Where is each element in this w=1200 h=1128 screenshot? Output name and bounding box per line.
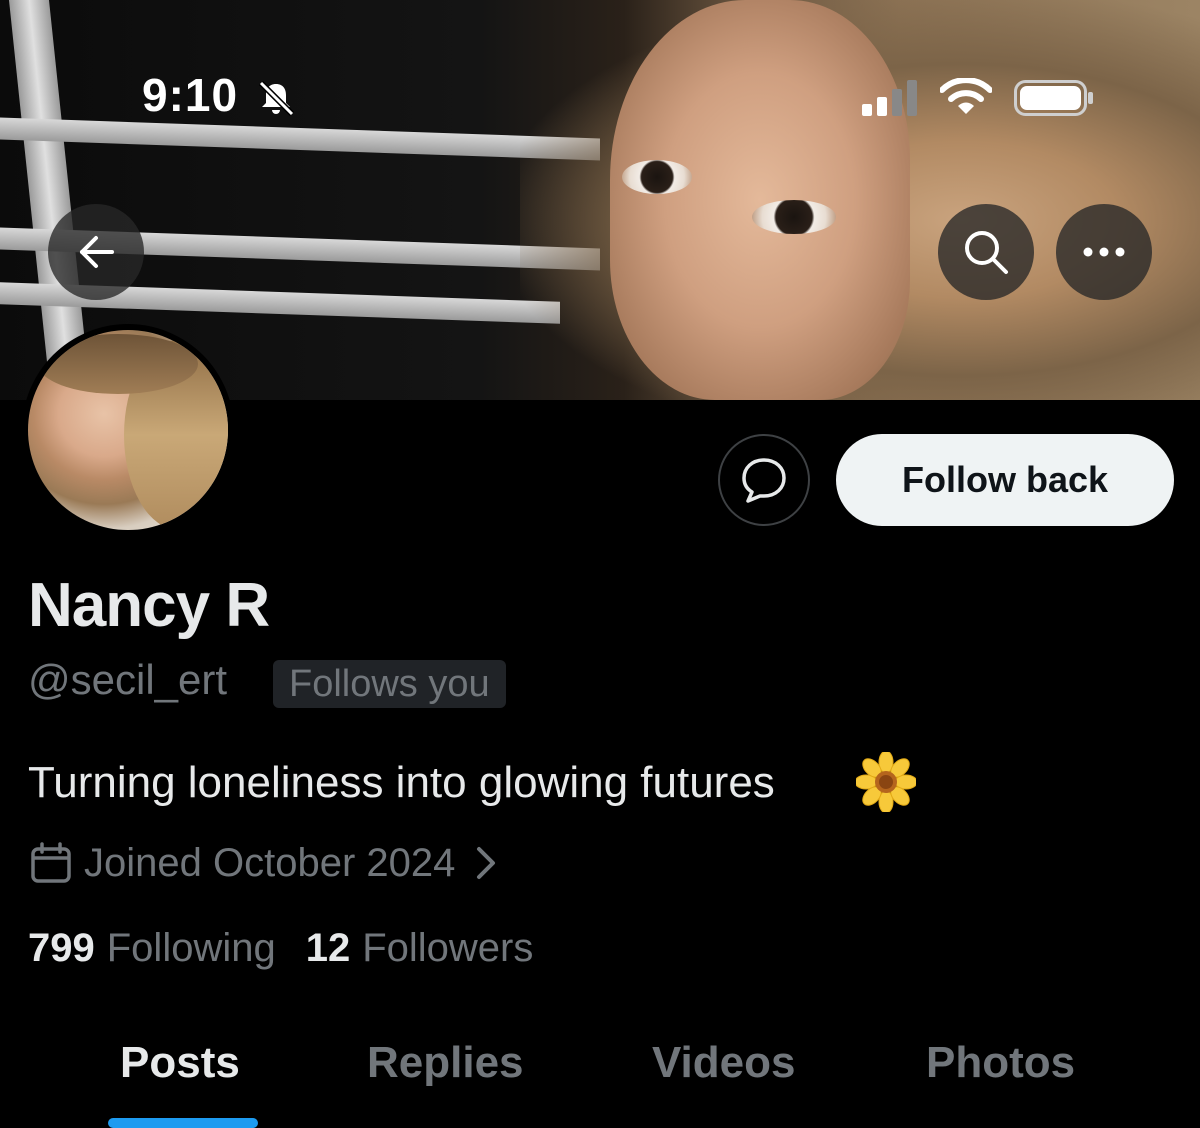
message-bubble-icon — [742, 458, 786, 503]
following-label: Following — [106, 926, 276, 970]
search-button[interactable] — [938, 204, 1034, 300]
followers-link[interactable]: 12 Followers — [306, 926, 534, 971]
chevron-right-icon — [477, 847, 496, 879]
search-icon — [965, 231, 1008, 274]
joined-date: Joined October 2024 — [84, 840, 456, 885]
followers-label: Followers — [362, 926, 534, 970]
arrow-left-icon — [80, 236, 114, 268]
following-link[interactable]: 799 Following — [28, 926, 276, 971]
banner-eye — [622, 160, 692, 194]
calendar-icon — [31, 842, 71, 883]
status-time: 9:10 — [142, 69, 239, 121]
back-button[interactable] — [48, 204, 144, 300]
tab-videos[interactable]: Videos — [652, 1038, 795, 1088]
battery-icon — [1014, 80, 1093, 116]
active-tab-indicator — [108, 1118, 258, 1128]
follow-stats: 799 Following 12 Followers — [28, 926, 563, 971]
banner-eye — [752, 200, 836, 234]
profile-name: Nancy R — [28, 571, 270, 640]
cellular-signal-icon — [862, 80, 917, 116]
follows-you-badge: Follows you — [273, 660, 506, 708]
avatar-hair-top — [38, 334, 198, 394]
message-button[interactable] — [718, 434, 810, 526]
avatar-image — [28, 330, 228, 530]
bell-slash-icon — [258, 80, 295, 117]
tab-posts[interactable]: Posts — [120, 1038, 240, 1088]
followers-count: 12 — [305, 926, 351, 970]
sunflower-emoji — [856, 752, 916, 812]
joined-date-row[interactable]: Joined October 2024 — [28, 838, 501, 888]
profile-bio: Turning loneliness into glowing futures — [28, 758, 775, 807]
more-horizontal-icon — [1083, 247, 1125, 257]
more-button[interactable] — [1056, 204, 1152, 300]
follow-back-button[interactable]: Follow back — [836, 434, 1174, 526]
profile-tabs: Posts Replies Videos Photos — [0, 1020, 1200, 1128]
following-count: 799 — [28, 926, 95, 970]
profile-handle: @secil_ert — [28, 656, 228, 703]
tab-replies[interactable]: Replies — [367, 1038, 524, 1088]
tab-photos[interactable]: Photos — [926, 1038, 1075, 1088]
banner-railing — [0, 117, 600, 161]
banner-face — [610, 0, 910, 400]
wifi-icon — [940, 78, 992, 114]
profile-avatar[interactable] — [22, 324, 234, 536]
